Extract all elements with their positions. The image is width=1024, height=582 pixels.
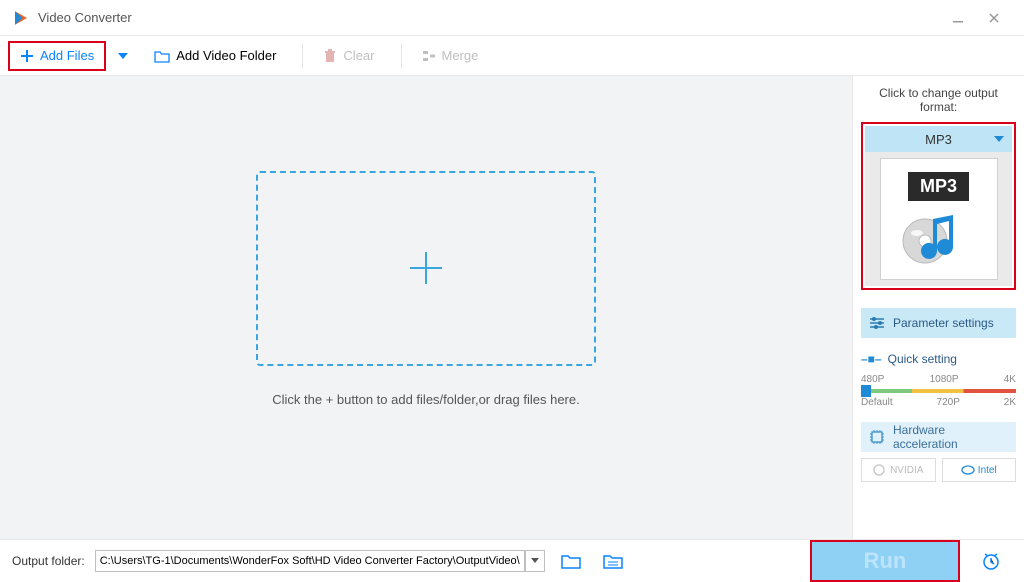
scale-top: 480P 1080P 4K <box>861 374 1016 385</box>
scale-tick: 720P <box>937 397 960 408</box>
format-badge: MP3 <box>908 172 969 201</box>
slider-track[interactable] <box>861 389 1016 393</box>
folder-list-icon[interactable] <box>597 549 629 573</box>
sliders-icon <box>869 316 885 330</box>
minimize-button[interactable] <box>940 0 976 36</box>
nvidia-chip[interactable]: NVIDIA <box>861 458 936 482</box>
merge-button[interactable]: Merge <box>412 41 489 71</box>
add-files-dropdown[interactable] <box>112 53 134 59</box>
dropzone-hint: Click the + button to add files/folder,o… <box>256 392 596 407</box>
intel-label: Intel <box>978 465 997 476</box>
scale-tick: 480P <box>861 374 884 385</box>
add-folder-label: Add Video Folder <box>176 48 276 63</box>
add-files-label: Add Files <box>40 48 94 63</box>
merge-label: Merge <box>442 48 479 63</box>
format-name: MP3 <box>925 132 952 147</box>
slider-knob[interactable] <box>861 385 871 397</box>
separator <box>401 44 402 68</box>
scale-bottom: Default 720P 2K <box>861 397 1016 408</box>
dropzone: Click the + button to add files/folder,o… <box>256 171 596 407</box>
folder-icon <box>154 49 170 63</box>
chevron-down-icon <box>994 136 1004 142</box>
timer-icon[interactable] <box>970 550 1012 572</box>
format-panel[interactable]: MP3 MP3 <box>861 122 1016 290</box>
change-format-label: Click to change output format: <box>861 86 1016 114</box>
output-folder-label: Output folder: <box>12 554 85 568</box>
gpu-chip-row: NVIDIA Intel <box>861 458 1016 482</box>
close-button[interactable] <box>976 0 1012 36</box>
output-folder-input[interactable] <box>95 550 525 572</box>
scale-tick: Default <box>861 397 893 408</box>
parameter-settings-button[interactable]: Parameter settings <box>861 308 1016 338</box>
separator <box>302 44 303 68</box>
plus-large-icon <box>404 246 448 290</box>
quality-slider[interactable]: 480P 1080P 4K Default 720P 2K <box>861 374 1016 408</box>
hw-accel-label: Hardware acceleration <box>893 423 1008 451</box>
run-label: Run <box>864 548 907 574</box>
clear-button[interactable]: Clear <box>313 41 384 71</box>
quick-setting-label: Quick setting <box>888 352 957 366</box>
clear-label: Clear <box>343 48 374 63</box>
app-logo-icon <box>12 9 30 27</box>
dropzone-box[interactable] <box>256 171 596 366</box>
trash-icon <box>323 49 337 63</box>
main-area: Click the + button to add files/folder,o… <box>0 76 852 539</box>
chip-icon <box>869 429 885 445</box>
hardware-acceleration-button[interactable]: Hardware acceleration <box>861 422 1016 452</box>
add-video-folder-button[interactable]: Add Video Folder <box>144 41 286 71</box>
open-folder-icon[interactable] <box>555 549 587 573</box>
output-folder-dropdown[interactable] <box>525 550 545 572</box>
intel-chip[interactable]: Intel <box>942 458 1017 482</box>
scale-tick: 4K <box>1004 374 1016 385</box>
scale-tick: 2K <box>1004 397 1016 408</box>
nvidia-label: NVIDIA <box>890 465 923 476</box>
format-selector[interactable]: MP3 <box>865 126 1012 152</box>
add-files-button[interactable]: Add Files <box>8 41 106 71</box>
format-card: MP3 <box>880 158 998 280</box>
app-title: Video Converter <box>38 10 940 25</box>
parameter-settings-label: Parameter settings <box>893 316 994 330</box>
scale-tick: 1080P <box>930 374 959 385</box>
plus-icon <box>20 49 34 63</box>
quick-setting-header: –■– Quick setting <box>861 352 1016 366</box>
disc-music-icon <box>899 207 979 267</box>
footer: Output folder: Run <box>0 539 1024 581</box>
format-preview: MP3 <box>865 152 1012 286</box>
handle-icon: –■– <box>861 352 882 366</box>
merge-icon <box>422 49 436 63</box>
titlebar: Video Converter <box>0 0 1024 36</box>
toolbar: Add Files Add Video Folder Clear Merge <box>0 36 1024 76</box>
run-button[interactable]: Run <box>810 540 960 582</box>
sidebar: Click to change output format: MP3 MP3 P… <box>852 76 1024 539</box>
